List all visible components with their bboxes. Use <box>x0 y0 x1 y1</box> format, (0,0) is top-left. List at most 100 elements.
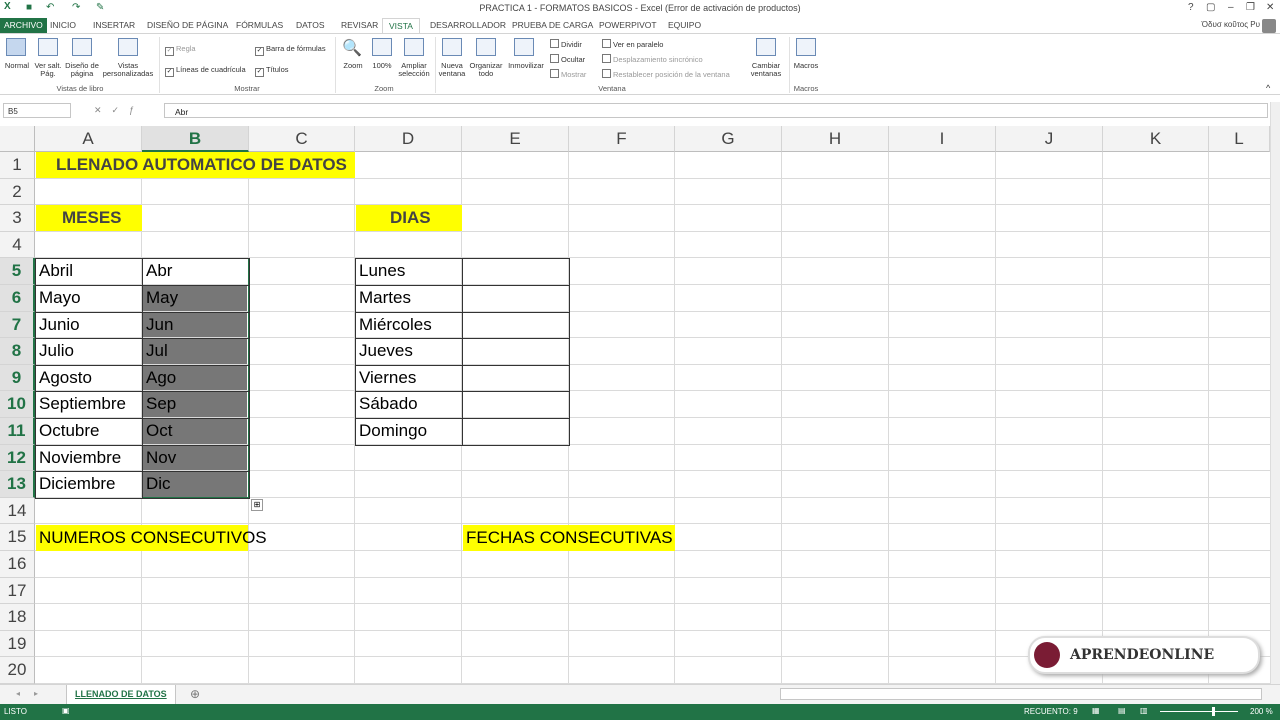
gridlines-checkbox[interactable]: ✓ Líneas de cuadrícula <box>165 65 246 77</box>
column-header-j[interactable]: J <box>996 126 1103 152</box>
month-abbrev-cell[interactable]: Oct <box>146 418 172 444</box>
column-header-b[interactable]: B <box>142 126 249 152</box>
tab-diseno-pagina[interactable]: DISEÑO DE PÁGINA <box>147 20 228 30</box>
column-header-f[interactable]: F <box>569 126 675 152</box>
row-header-15[interactable]: 15 <box>0 524 35 551</box>
column-header-e[interactable]: E <box>462 126 569 152</box>
page-layout-button[interactable]: Diseño de página <box>62 62 102 78</box>
day-cell[interactable]: Lunes <box>359 258 405 284</box>
month-cell[interactable]: Noviembre <box>39 445 121 471</box>
column-header-i[interactable]: I <box>889 126 996 152</box>
name-box[interactable]: B5 <box>3 103 71 118</box>
formula-input[interactable]: Abr <box>164 103 1268 118</box>
month-abbrev-cell[interactable]: Jul <box>146 338 168 364</box>
tab-equipo[interactable]: EQUIPO <box>668 20 701 30</box>
sync-scroll-button[interactable]: Desplazamiento sincrónico <box>602 54 703 64</box>
minimize-icon[interactable]: – <box>1228 2 1234 13</box>
worksheet-grid[interactable]: ABCDEFGHIJKL 1 2 3 4 5 6 7 8 9 10 11 12 13 14 15 16 17 18… <box>0 126 1270 684</box>
page-layout-status-icon[interactable]: ▤ <box>1118 706 1126 715</box>
formula-bar-checkbox[interactable]: ✓ Barra de fórmulas <box>255 44 326 56</box>
tab-powerpivot[interactable]: POWERPIVOT <box>599 20 657 30</box>
month-cell[interactable]: Septiembre <box>39 391 126 417</box>
month-cell[interactable]: Junio <box>39 312 80 338</box>
help-icon[interactable]: ? <box>1188 2 1194 13</box>
unhide-button[interactable]: Mostrar <box>550 69 586 79</box>
side-by-side-button[interactable]: Ver en paralelo <box>602 39 663 49</box>
zoom-level[interactable]: 200 % <box>1250 707 1273 716</box>
column-header-l[interactable]: L <box>1209 126 1270 152</box>
month-abbrev-cell[interactable]: Sep <box>146 391 176 417</box>
day-cell[interactable]: Sábado <box>359 391 418 417</box>
ribbon-options-icon[interactable]: ▢ <box>1206 2 1215 13</box>
row-header-4[interactable]: 4 <box>0 231 35 259</box>
arrange-all-button[interactable]: Organizar todo <box>468 62 504 78</box>
day-cell[interactable]: Domingo <box>359 418 427 444</box>
tab-inicio[interactable]: INICIO <box>50 20 76 30</box>
month-cell[interactable]: Octubre <box>39 418 99 444</box>
tab-formulas[interactable]: FÓRMULAS <box>236 20 283 30</box>
column-header-k[interactable]: K <box>1103 126 1209 152</box>
title-cell[interactable]: LLENADO AUTOMATICO DE DATOS <box>56 152 347 178</box>
tab-prueba-carga[interactable]: PRUEBA DE CARGA <box>512 20 593 30</box>
month-abbrev-cell[interactable]: Abr <box>146 258 172 284</box>
tab-archivo[interactable]: ARCHIVO <box>0 18 47 33</box>
zoom-slider[interactable] <box>1160 711 1238 712</box>
day-cell[interactable]: Jueves <box>359 338 413 364</box>
normal-view-button[interactable]: Normal <box>2 62 32 70</box>
day-cell[interactable]: Viernes <box>359 365 416 391</box>
user-name[interactable]: Ὀδυσ κοῦτος Ρυ <box>1201 20 1260 29</box>
row-header-17[interactable]: 17 <box>0 577 35 605</box>
select-all-corner[interactable] <box>0 126 35 152</box>
month-abbrev-cell[interactable]: May <box>146 285 178 311</box>
zoom-button[interactable]: Zoom <box>338 62 368 70</box>
switch-windows-button[interactable]: Cambiar ventanas <box>744 62 788 78</box>
cancel-icon[interactable]: ✕ <box>94 105 112 115</box>
page-break-button[interactable]: Ver salt. Pág. <box>32 62 64 78</box>
collapse-ribbon-icon[interactable]: ^ <box>1266 84 1270 93</box>
row-header-8[interactable]: 8 <box>0 338 35 365</box>
dias-header[interactable]: DIAS <box>390 205 431 231</box>
enter-icon[interactable]: ✓ <box>112 105 130 115</box>
month-cell[interactable]: Diciembre <box>39 471 116 497</box>
tab-desarrollador[interactable]: DESARROLLADOR <box>430 20 506 30</box>
prev-sheet-icon[interactable]: ◂ <box>16 689 20 698</box>
row-header-9[interactable]: 9 <box>0 364 35 392</box>
fechas-cell[interactable]: FECHAS CONSECUTIVAS <box>466 525 673 551</box>
avatar[interactable] <box>1262 19 1276 33</box>
horizontal-scrollbar[interactable] <box>780 688 1262 700</box>
row-header-11[interactable]: 11 <box>0 418 35 445</box>
numeros-cell[interactable]: NUMEROS CONSECUTIVOS <box>39 525 267 551</box>
row-header-18[interactable]: 18 <box>0 604 35 631</box>
vertical-scrollbar[interactable] <box>1270 102 1280 684</box>
row-header-10[interactable]: 10 <box>0 391 35 418</box>
zoom-selection-button[interactable]: Ampliar selección <box>394 62 434 78</box>
month-abbrev-cell[interactable]: Jun <box>146 312 173 338</box>
month-cell[interactable]: Julio <box>39 338 74 364</box>
month-cell[interactable]: Abril <box>39 258 73 284</box>
sheet-tab-llenado[interactable]: LLENADO DE DATOS <box>66 685 176 705</box>
zoom-100-button[interactable]: 100% <box>368 62 396 70</box>
tab-datos[interactable]: DATOS <box>296 20 325 30</box>
autofill-options-icon[interactable]: ⊞ <box>251 499 263 511</box>
column-header-d[interactable]: D <box>355 126 462 152</box>
month-abbrev-cell[interactable]: Nov <box>146 445 176 471</box>
reset-position-button[interactable]: Restablecer posición de la ventana <box>602 69 730 79</box>
freeze-panes-button[interactable]: Inmovilizar <box>504 62 548 70</box>
custom-views-button[interactable]: Vistas personalizadas <box>100 62 156 78</box>
hide-button[interactable]: Ocultar <box>550 54 585 64</box>
tab-revisar[interactable]: REVISAR <box>341 20 378 30</box>
row-header-5[interactable]: 5 <box>0 258 35 285</box>
macros-button[interactable]: Macros <box>790 62 822 70</box>
row-header-7[interactable]: 7 <box>0 311 35 339</box>
restore-icon[interactable]: ❐ <box>1246 2 1255 13</box>
row-header-19[interactable]: 19 <box>0 630 35 658</box>
normal-view-status-icon[interactable]: ▦ <box>1092 706 1100 715</box>
month-abbrev-cell[interactable]: Ago <box>146 365 176 391</box>
zoom-slider-thumb[interactable] <box>1212 707 1215 716</box>
row-header-6[interactable]: 6 <box>0 285 35 312</box>
row-header-2[interactable]: 2 <box>0 178 35 206</box>
row-header-12[interactable]: 12 <box>0 444 35 472</box>
next-sheet-icon[interactable]: ▸ <box>34 689 38 698</box>
month-cell[interactable]: Mayo <box>39 285 81 311</box>
page-break-status-icon[interactable]: ▥ <box>1140 706 1148 715</box>
